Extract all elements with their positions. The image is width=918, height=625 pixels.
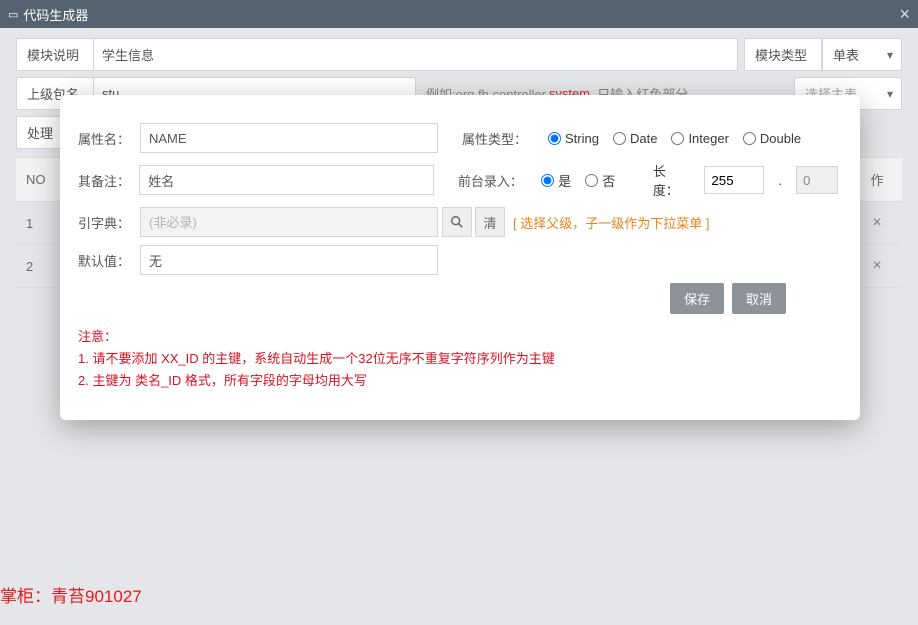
cell-no: 1 xyxy=(16,202,66,245)
type-date-radio[interactable]: Date xyxy=(613,131,657,146)
note-line-1: 1. 请不要添加 XX_ID 的主键，系统自动生成一个32位无序不重复字符序列作… xyxy=(78,348,838,370)
row-remark: 其备注： 前台录入： 是 否 长度： . xyxy=(76,161,838,199)
cell-no: 2 xyxy=(16,245,66,288)
front-no-radio[interactable]: 否 xyxy=(585,171,615,190)
remark-label: 其备注： xyxy=(76,171,139,190)
close-icon[interactable]: × xyxy=(899,4,910,25)
module-desc-input-wrap[interactable] xyxy=(94,38,738,71)
remark-input[interactable] xyxy=(139,165,434,195)
search-icon xyxy=(450,215,464,229)
module-type-label: 模块类型 xyxy=(744,38,822,71)
front-yes-radio[interactable]: 是 xyxy=(541,171,571,190)
default-label: 默认值： xyxy=(76,251,140,270)
delete-row-icon[interactable]: × xyxy=(872,214,881,231)
type-string-radio[interactable]: String xyxy=(548,131,599,146)
save-button[interactable]: 保存 xyxy=(670,283,724,314)
titlebar: ▭ 代码生成器 × xyxy=(0,0,918,28)
module-desc-label: 模块说明 xyxy=(16,38,94,71)
note-title: 注意： xyxy=(78,326,838,348)
row-module-desc: 模块说明 模块类型 单表 xyxy=(16,38,902,71)
dict-label: 引字典： xyxy=(76,213,140,232)
cancel-button[interactable]: 取消 xyxy=(732,283,786,314)
front-input-label: 前台录入： xyxy=(458,171,527,190)
default-input[interactable] xyxy=(140,245,438,275)
module-desc-input[interactable] xyxy=(102,47,729,62)
row-dict: 引字典： 清 [ 选择父级，子一级作为下拉菜单 ] xyxy=(76,207,838,237)
delete-row-icon[interactable]: × xyxy=(872,257,881,274)
length-label: 长度： xyxy=(653,161,691,199)
row-default: 默认值： xyxy=(76,245,838,275)
footer-credit: 掌柜：青苔901027 xyxy=(0,582,142,607)
row-attr-name: 属性名： 属性类型： String Date Integer Double xyxy=(76,123,838,153)
modal-note: 注意： 1. 请不要添加 XX_ID 的主键，系统自动生成一个32位无序不重复字… xyxy=(78,326,838,392)
select-parent-hint[interactable]: [ 选择父级，子一级作为下拉菜单 ] xyxy=(513,213,709,232)
type-double-radio[interactable]: Double xyxy=(743,131,801,146)
attr-type-label: 属性类型： xyxy=(462,129,534,148)
dict-clear-button[interactable]: 清 xyxy=(475,207,505,237)
dict-input[interactable] xyxy=(140,207,438,237)
col-no: NO xyxy=(16,158,66,202)
modal-button-row: 保存 取消 xyxy=(76,283,838,314)
length-dot: . xyxy=(778,173,782,188)
length-input[interactable] xyxy=(704,166,764,194)
window-icon: ▭ xyxy=(8,8,18,21)
type-integer-radio[interactable]: Integer xyxy=(671,131,728,146)
attr-name-input[interactable] xyxy=(140,123,438,153)
length-dec-input[interactable] xyxy=(796,166,838,194)
module-type-select[interactable]: 单表 xyxy=(822,38,902,71)
dict-search-button[interactable] xyxy=(442,207,472,237)
attr-modal: 属性名： 属性类型： String Date Integer Double 其备… xyxy=(60,95,860,420)
note-line-2: 2. 主键为 类名_ID 格式，所有字段的字母均用大写 xyxy=(78,370,838,392)
attr-name-label: 属性名： xyxy=(76,129,140,148)
window-title: 代码生成器 xyxy=(23,5,88,24)
